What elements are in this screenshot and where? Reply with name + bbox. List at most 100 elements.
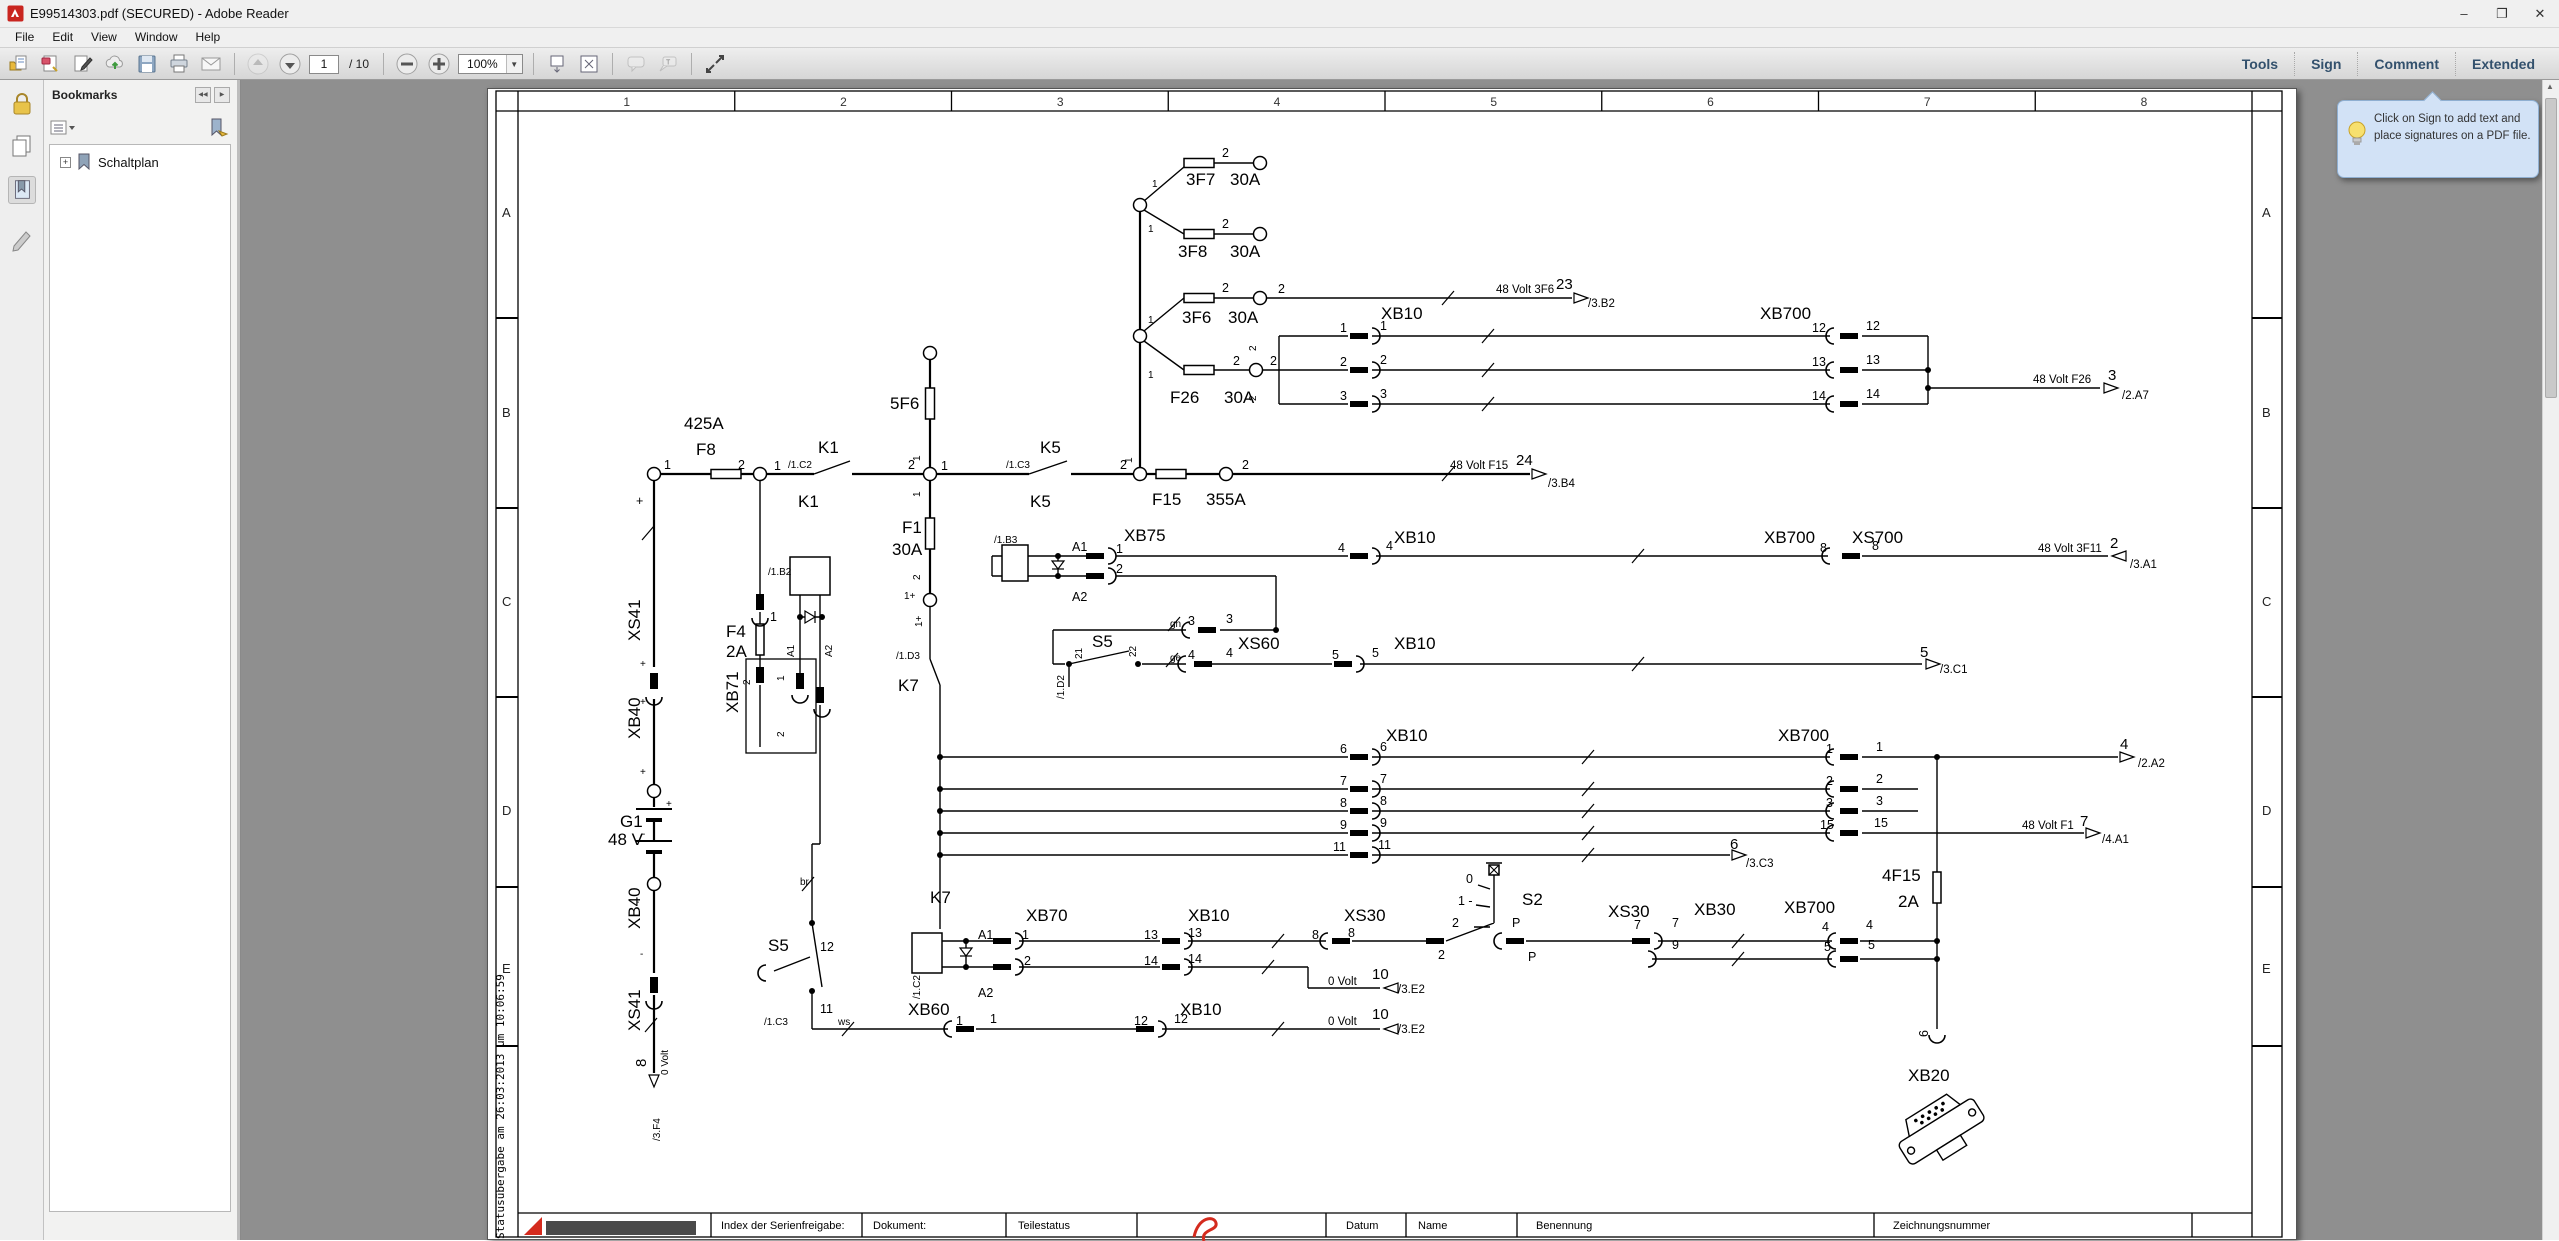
- svg-text:XB20: XB20: [1908, 1066, 1950, 1085]
- svg-text:8: 8: [1340, 796, 1347, 810]
- page-number-input[interactable]: [309, 55, 339, 74]
- menu-view[interactable]: View: [82, 28, 126, 46]
- zoom-out-icon[interactable]: [394, 51, 420, 77]
- print-icon[interactable]: [166, 51, 192, 77]
- svg-text:ge: ge: [1170, 653, 1182, 664]
- toolbar-sign-button[interactable]: Sign: [2294, 52, 2357, 76]
- maximize-icon[interactable]: ❐: [2483, 0, 2521, 27]
- menu-window[interactable]: Window: [126, 28, 187, 46]
- svg-text:23: 23: [1556, 276, 1573, 293]
- svg-text:2: 2: [1222, 217, 1229, 231]
- svg-text:XB71: XB71: [723, 671, 742, 713]
- svg-text:7: 7: [1380, 772, 1387, 786]
- svg-text:1: 1: [776, 675, 787, 681]
- svg-text:24: 24: [1516, 452, 1533, 469]
- bookmark-item[interactable]: + Schaltplan: [50, 145, 230, 171]
- svg-text:B: B: [2262, 405, 2271, 420]
- email-icon[interactable]: [198, 51, 224, 77]
- svg-text:10: 10: [1372, 966, 1389, 983]
- expand-panel-icon[interactable]: ▶: [214, 87, 230, 103]
- svg-text:S5: S5: [768, 936, 789, 955]
- sign-document-icon[interactable]: [70, 51, 96, 77]
- svg-text:K5: K5: [1030, 492, 1051, 511]
- cloud-upload-icon[interactable]: [102, 51, 128, 77]
- fit-page-icon[interactable]: [576, 51, 602, 77]
- svg-text:6: 6: [1730, 836, 1738, 853]
- svg-text:12: 12: [820, 940, 834, 954]
- pdf-page: 12345678 AABBCCDDEE Index der Serienfrei…: [487, 88, 2297, 1240]
- sign-tooltip[interactable]: Click on Sign to add text and place sign…: [2337, 100, 2539, 178]
- svg-text:8: 8: [1380, 794, 1387, 808]
- bookmark-label: Schaltplan: [98, 155, 159, 170]
- svg-text:/1.C3: /1.C3: [1006, 460, 1030, 471]
- close-icon[interactable]: ✕: [2521, 0, 2559, 27]
- navigation-icon-strip: [0, 80, 44, 1240]
- svg-text:B: B: [502, 405, 511, 420]
- svg-text:1: 1: [770, 610, 777, 624]
- svg-text:10: 10: [1372, 1006, 1389, 1023]
- titleblock-logo-arrow: [524, 1217, 542, 1235]
- tooltip-arrow: [2423, 91, 2441, 109]
- svg-text:A2: A2: [824, 644, 835, 657]
- svg-text:30A: 30A: [892, 540, 923, 559]
- svg-text:2: 2: [776, 731, 787, 737]
- menu-help[interactable]: Help: [187, 28, 230, 46]
- svg-text:4: 4: [1866, 918, 1873, 932]
- expand-bookmark-icon[interactable]: +: [60, 157, 71, 168]
- svg-text:/3.B4: /3.B4: [1548, 478, 1575, 490]
- previous-page-icon[interactable]: [245, 51, 271, 77]
- new-bookmark-icon[interactable]: [207, 117, 229, 139]
- scrolling-mode-icon[interactable]: [544, 51, 570, 77]
- toolbar-extended-button[interactable]: Extended: [2455, 52, 2551, 76]
- comment-bubble-icon[interactable]: [623, 51, 649, 77]
- collapse-panel-icon[interactable]: ◀◀: [195, 87, 211, 103]
- create-pdf-icon[interactable]: [38, 51, 64, 77]
- bookmark-options-icon[interactable]: [50, 119, 76, 137]
- svg-text:F26: F26: [1170, 388, 1199, 407]
- svg-text:4: 4: [1822, 920, 1829, 934]
- page-thumbnails-icon[interactable]: [8, 132, 36, 160]
- security-lock-icon[interactable]: [8, 90, 36, 118]
- zoom-level-select[interactable]: 100% ▼: [458, 54, 523, 74]
- scroll-up-icon[interactable]: ▲: [2546, 82, 2554, 91]
- scrollbar-thumb[interactable]: [2545, 98, 2557, 398]
- svg-text:355A: 355A: [1206, 490, 1246, 509]
- open-file-icon[interactable]: [6, 51, 32, 77]
- svg-text:/1.B2: /1.B2: [768, 567, 792, 578]
- titleblock-logo-text-block: [546, 1221, 696, 1235]
- svg-text:5F6: 5F6: [890, 394, 919, 413]
- menu-edit[interactable]: Edit: [43, 28, 82, 46]
- vertical-scrollbar[interactable]: ▲: [2542, 80, 2559, 1240]
- svg-text:P: P: [1512, 916, 1520, 930]
- svg-text:0: 0: [1466, 872, 1473, 886]
- svg-text:A: A: [2262, 205, 2271, 220]
- text-callout-icon[interactable]: T: [655, 51, 681, 77]
- bookmarks-panel-icon[interactable]: [8, 176, 36, 204]
- save-icon[interactable]: [134, 51, 160, 77]
- svg-text:K1: K1: [798, 492, 819, 511]
- svg-text:1+: 1+: [904, 591, 916, 602]
- zoom-in-icon[interactable]: [426, 51, 452, 77]
- svg-text:13: 13: [1866, 353, 1880, 367]
- svg-text:XB40: XB40: [625, 887, 644, 929]
- svg-text:br: br: [800, 877, 810, 888]
- toolbar-tools-button[interactable]: Tools: [2226, 52, 2294, 76]
- svg-text:5: 5: [1824, 940, 1831, 954]
- svg-text:/3.C1: /3.C1: [1940, 664, 1968, 676]
- menu-file[interactable]: File: [6, 28, 43, 46]
- fullscreen-icon[interactable]: [702, 51, 728, 77]
- svg-text:2: 2: [1248, 345, 1259, 351]
- svg-text:13: 13: [1812, 355, 1826, 369]
- svg-text:XB700: XB700: [1778, 726, 1829, 745]
- bookmark-icon: [76, 153, 92, 171]
- svg-text:1: 1: [623, 95, 630, 109]
- toolbar-comment-button[interactable]: Comment: [2357, 52, 2455, 76]
- bookmarks-tree: + Schaltplan: [49, 144, 231, 1212]
- next-page-icon[interactable]: [277, 51, 303, 77]
- svg-text:11: 11: [1333, 840, 1346, 854]
- svg-text:/1.C3: /1.C3: [764, 1017, 788, 1028]
- svg-text:2: 2: [738, 458, 745, 472]
- svg-text:XB10: XB10: [1394, 634, 1436, 653]
- signature-pen-icon[interactable]: [8, 226, 36, 254]
- minimize-icon[interactable]: –: [2445, 0, 2483, 27]
